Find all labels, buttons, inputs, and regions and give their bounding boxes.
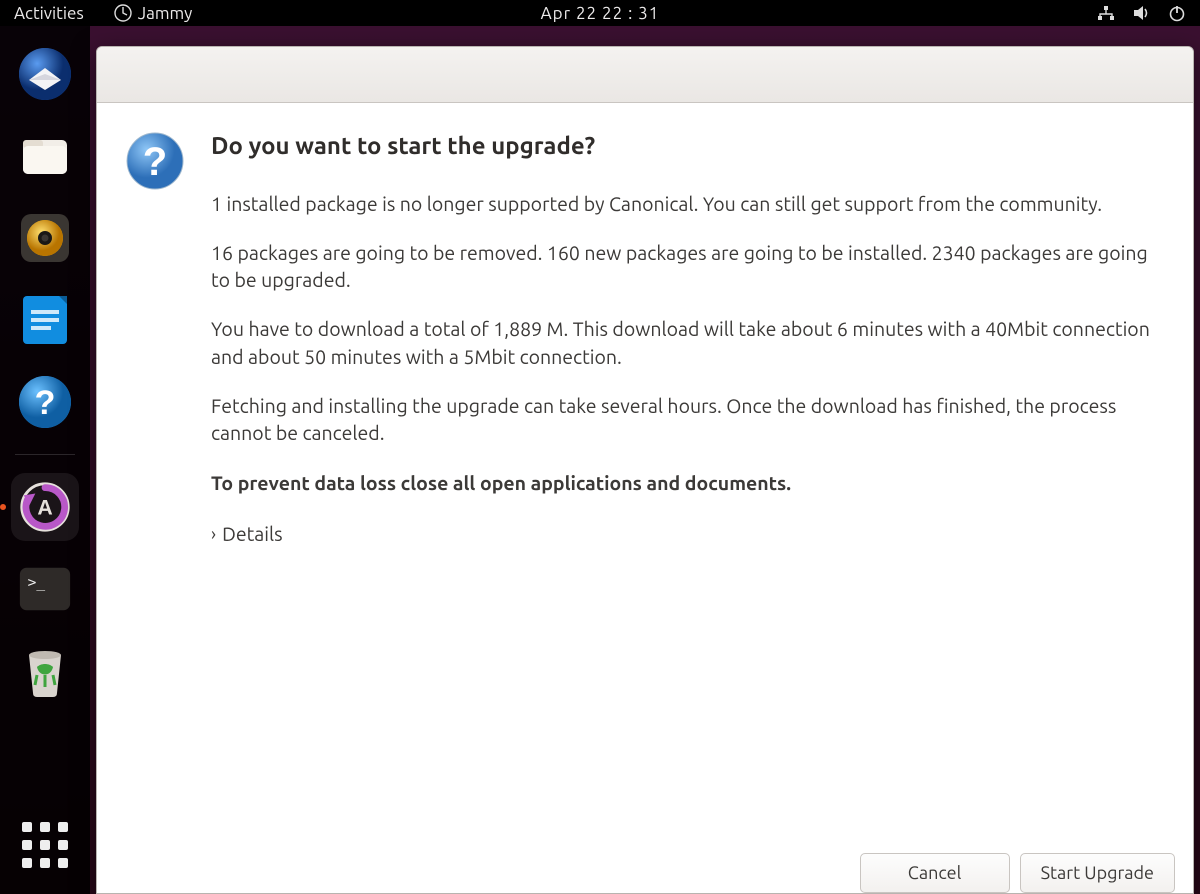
volume-icon xyxy=(1132,4,1152,22)
activities-button[interactable]: Activities xyxy=(14,4,84,23)
desktop: ? A >_ ? Do xyxy=(0,26,1200,894)
app-menu-icon xyxy=(114,4,132,22)
dock-help[interactable]: ? xyxy=(11,368,79,436)
dock-separator xyxy=(15,454,75,455)
dialog-button-row: Cancel Start Upgrade xyxy=(97,841,1193,893)
svg-text:?: ? xyxy=(35,384,56,422)
clock[interactable]: Apr 22 22 : 31 xyxy=(541,4,660,23)
dialog-icon: ? xyxy=(123,129,189,841)
network-icon xyxy=(1096,4,1116,22)
chevron-right-icon: › xyxy=(211,522,216,547)
start-upgrade-button-label: Start Upgrade xyxy=(1041,863,1154,883)
timing-paragraph: Fetching and installing the upgrade can … xyxy=(211,393,1157,448)
dock-libreoffice-writer[interactable] xyxy=(11,286,79,354)
show-applications-button[interactable] xyxy=(18,818,72,872)
dock-rhythmbox[interactable] xyxy=(11,204,79,272)
window-titlebar[interactable] xyxy=(97,47,1193,103)
details-expander[interactable]: › Details xyxy=(211,521,283,548)
dialog-heading: Do you want to start the upgrade? xyxy=(211,129,1157,163)
dock: ? A >_ xyxy=(0,26,90,894)
power-icon xyxy=(1168,4,1186,22)
dock-terminal[interactable]: >_ xyxy=(11,555,79,623)
dock-software-updater[interactable]: A xyxy=(11,473,79,541)
cancel-button-label: Cancel xyxy=(908,863,962,883)
clock-text: Apr 22 22 : 31 xyxy=(541,4,660,23)
details-label: Details xyxy=(222,521,283,548)
app-menu[interactable]: Jammy xyxy=(114,4,193,23)
activities-label: Activities xyxy=(14,4,84,23)
download-paragraph: You have to download a total of 1,889 M.… xyxy=(211,316,1157,371)
app-menu-label: Jammy xyxy=(138,4,193,23)
dock-thunderbird[interactable] xyxy=(11,40,79,108)
support-paragraph: 1 installed package is no longer support… xyxy=(211,191,1157,218)
packages-paragraph: 16 packages are going to be removed. 160… xyxy=(211,240,1157,295)
start-upgrade-button[interactable]: Start Upgrade xyxy=(1020,853,1175,893)
dock-files[interactable] xyxy=(11,122,79,190)
system-status-area[interactable] xyxy=(1096,4,1186,22)
dock-trash[interactable] xyxy=(11,637,79,705)
upgrade-dialog-window: ? Do you want to start the upgrade? 1 in… xyxy=(96,46,1194,894)
svg-text:A: A xyxy=(37,496,52,520)
dataloss-warning: To prevent data loss close all open appl… xyxy=(211,470,1157,497)
top-panel: Activities Jammy Apr 22 22 : 31 xyxy=(0,0,1200,26)
svg-text:?: ? xyxy=(143,140,167,184)
cancel-button[interactable]: Cancel xyxy=(860,853,1010,893)
svg-text:>_: >_ xyxy=(28,575,46,591)
